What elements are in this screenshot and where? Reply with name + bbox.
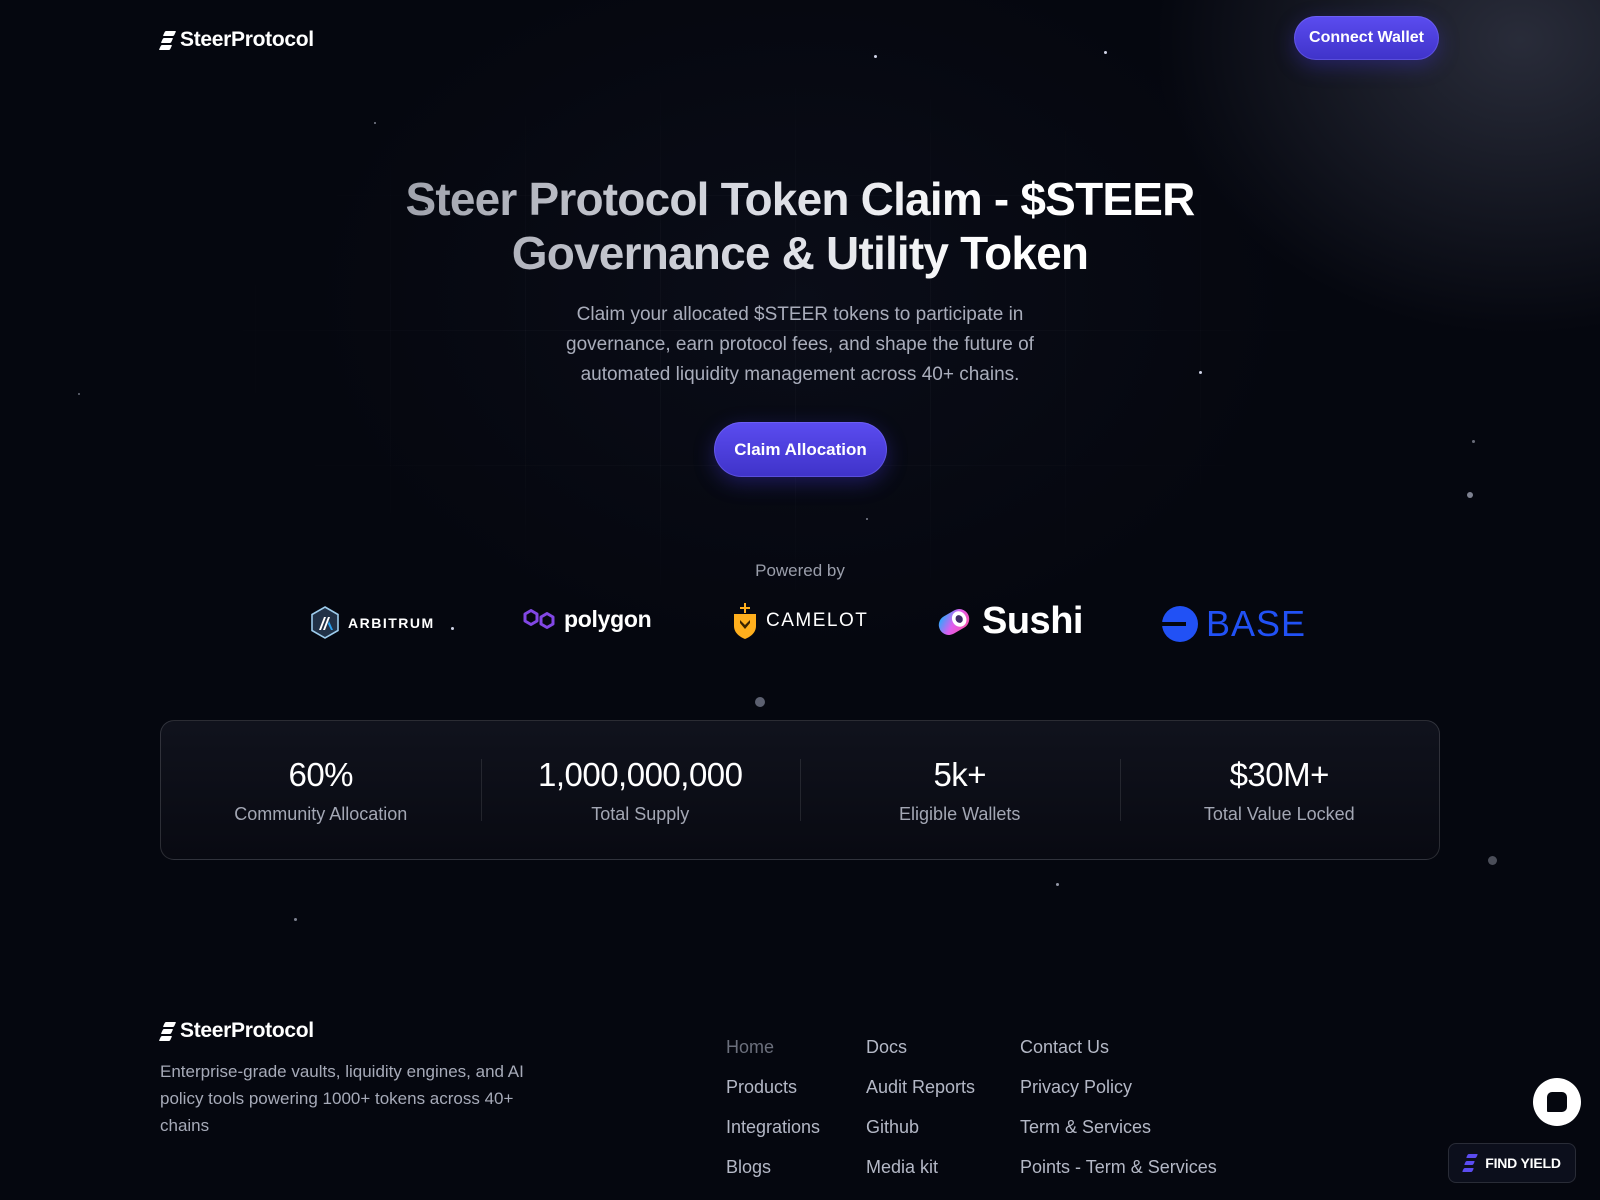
polygon-icon xyxy=(523,609,555,629)
star xyxy=(374,122,376,124)
partner-sushi: Sushi xyxy=(934,600,1083,643)
star xyxy=(1104,51,1107,54)
star xyxy=(866,518,868,520)
stat-community-allocation: 60% Community Allocation xyxy=(161,721,481,859)
partner-arbitrum: ARBITRUM xyxy=(310,606,435,639)
footer-link-terms[interactable]: Term & Services xyxy=(1020,1116,1217,1156)
partner-polygon: polygon xyxy=(522,605,652,633)
steer-logo-icon xyxy=(1462,1153,1479,1173)
claim-allocation-button[interactable]: Claim Allocation xyxy=(714,422,887,477)
camelot-label: CAMELOT xyxy=(766,610,869,631)
stat-label: Total Supply xyxy=(591,803,690,824)
footer-link-home[interactable]: Home xyxy=(726,1036,820,1076)
footer-logo[interactable]: SteerProtocol xyxy=(158,1019,314,1043)
stats-panel: 60% Community Allocation 1,000,000,000 T… xyxy=(160,720,1440,860)
footer-link-integrations[interactable]: Integrations xyxy=(726,1116,820,1156)
powered-by-label: Powered by xyxy=(755,561,845,580)
logo-text: SteerProtocol xyxy=(180,1019,314,1042)
star xyxy=(1488,856,1497,865)
header-logo[interactable]: SteerProtocol xyxy=(158,28,314,52)
star xyxy=(1472,440,1475,443)
footer-link-points-terms[interactable]: Points - Term & Services xyxy=(1020,1156,1217,1196)
find-yield-label: FIND YIELD xyxy=(1485,1155,1561,1171)
hero-title-line2: Governance & Utility Token xyxy=(511,227,1089,279)
footer-link-blogs[interactable]: Blogs xyxy=(726,1156,820,1196)
footer-link-audit-reports[interactable]: Audit Reports xyxy=(866,1076,975,1116)
footer-column-3: Contact Us Privacy Policy Term & Service… xyxy=(1020,1036,1217,1196)
stat-eligible-wallets: 5k+ Eligible Wallets xyxy=(800,721,1120,859)
footer-link-products[interactable]: Products xyxy=(726,1076,820,1116)
connect-wallet-button[interactable]: Connect Wallet xyxy=(1294,16,1439,60)
stat-label: Total Value Locked xyxy=(1203,803,1355,824)
base-icon xyxy=(1162,606,1198,642)
stat-label: Eligible Wallets xyxy=(899,803,1021,824)
hero-title-line1: Steer Protocol Token Claim - $STEER xyxy=(405,173,1195,225)
footer-link-github[interactable]: Github xyxy=(866,1116,975,1156)
steer-logo-icon xyxy=(158,1020,177,1042)
stat-value: $30M+ xyxy=(1229,755,1330,793)
polygon-label: polygon xyxy=(564,605,652,632)
stat-label: Community Allocation xyxy=(234,803,408,824)
star xyxy=(1056,883,1059,886)
chat-icon xyxy=(1547,1092,1567,1112)
arbitrum-label: ARBITRUM xyxy=(348,614,435,631)
star xyxy=(78,393,80,395)
footer-description: Enterprise-grade vaults, liquidity engin… xyxy=(160,1062,524,1135)
find-yield-button[interactable]: FIND YIELD xyxy=(1448,1143,1576,1183)
partner-base: BASE xyxy=(1162,603,1306,645)
carousel-dot[interactable] xyxy=(755,697,765,707)
camelot-icon xyxy=(734,603,756,639)
footer-link-docs[interactable]: Docs xyxy=(866,1036,975,1076)
stat-value: 60% xyxy=(288,755,354,793)
sushi-label: Sushi xyxy=(982,600,1083,642)
stat-total-value-locked: $30M+ Total Value Locked xyxy=(1119,721,1440,859)
stat-value: 1,000,000,000 xyxy=(537,755,743,793)
star xyxy=(451,627,454,630)
logo-text: SteerProtocol xyxy=(180,28,314,51)
chat-button[interactable] xyxy=(1533,1078,1581,1126)
base-label: BASE xyxy=(1206,603,1307,644)
arbitrum-icon xyxy=(311,606,339,639)
footer-link-privacy-policy[interactable]: Privacy Policy xyxy=(1020,1076,1217,1116)
footer-link-contact-us[interactable]: Contact Us xyxy=(1020,1036,1217,1076)
star xyxy=(874,55,877,58)
star xyxy=(294,918,297,921)
stat-total-supply: 1,000,000,000 Total Supply xyxy=(480,721,801,859)
partner-camelot: CAMELOT xyxy=(732,602,868,640)
hero-title: Steer Protocol Token Claim - $STEER Gove… xyxy=(300,172,1300,280)
footer-link-media-kit[interactable]: Media kit xyxy=(866,1156,975,1196)
stat-value: 5k+ xyxy=(933,755,987,793)
star xyxy=(1467,492,1473,498)
hero-subtitle: Claim your allocated $STEER tokens to pa… xyxy=(566,304,1034,385)
steer-logo-icon xyxy=(158,29,177,51)
footer-column-2: Docs Audit Reports Github Media kit xyxy=(866,1036,975,1196)
footer-column-1: Home Products Integrations Blogs xyxy=(726,1036,820,1196)
star xyxy=(1199,371,1202,374)
sushi-icon xyxy=(938,608,970,635)
